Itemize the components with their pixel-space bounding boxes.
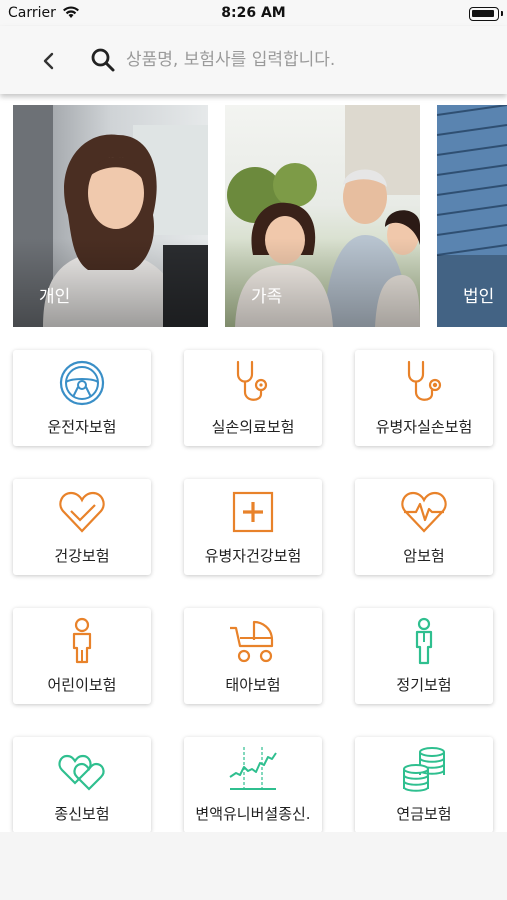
banner-label-corporate: 법인	[463, 287, 495, 307]
stethoscope-icon	[236, 360, 268, 401]
category-label: 태아보험	[225, 676, 281, 694]
category-label: 연금보험	[396, 805, 452, 823]
category-label: 실손의료보험	[211, 418, 295, 436]
coin-stack-icon	[403, 747, 445, 792]
category-preexisting-indemnity[interactable]: 유병자실손보험	[355, 350, 493, 446]
category-label: 운전자보험	[47, 418, 117, 436]
category-label: 변액유니버셜종신.	[195, 805, 311, 823]
steering-wheel-icon	[59, 360, 105, 406]
baby-stroller-icon	[230, 620, 274, 663]
category-driver-insurance[interactable]: 운전자보험	[13, 350, 151, 446]
category-preexisting-health[interactable]: 유병자건강보험	[184, 479, 322, 575]
category-label: 건강보험	[54, 547, 110, 565]
category-whole-life-insurance[interactable]: 종신보험	[13, 737, 151, 833]
category-indemnity-medical[interactable]: 실손의료보험	[184, 350, 322, 446]
category-label: 유병자건강보험	[204, 547, 302, 565]
person-icon	[415, 617, 433, 665]
heart-check-icon	[59, 491, 105, 533]
category-label: 정기보험	[396, 676, 452, 694]
medical-plus-icon	[232, 491, 274, 533]
status-bar: Carrier 8:26 AM	[0, 0, 507, 26]
banner-label-personal: 개인	[39, 287, 71, 307]
search-header	[0, 26, 507, 94]
banner-personal[interactable]: 개인	[13, 105, 208, 327]
back-chevron-icon[interactable]	[36, 48, 62, 74]
stethoscope-icon	[407, 360, 442, 401]
status-time: 8:26 AM	[221, 5, 286, 21]
category-label: 어린이보험	[47, 676, 117, 694]
category-fetal-insurance[interactable]: 태아보험	[184, 608, 322, 704]
category-label: 유병자실손보험	[375, 418, 473, 436]
category-health-insurance[interactable]: 건강보험	[13, 479, 151, 575]
battery-icon	[469, 7, 503, 21]
banner-label-family: 가족	[251, 287, 283, 307]
two-hearts-icon	[58, 754, 105, 791]
bottom-bar	[0, 832, 507, 900]
search-input[interactable]	[126, 43, 486, 77]
banner-family[interactable]: 가족	[225, 105, 420, 327]
heart-pulse-icon	[401, 491, 447, 533]
child-icon	[72, 617, 92, 664]
category-variable-universal-life[interactable]: 변액유니버셜종신.	[184, 737, 322, 833]
search-icon[interactable]	[90, 47, 116, 73]
category-term-insurance[interactable]: 정기보험	[355, 608, 493, 704]
category-label: 암보험	[403, 547, 445, 565]
banner-corporate[interactable]: 법인	[437, 105, 507, 327]
stock-chart-icon	[229, 747, 277, 790]
category-children-insurance[interactable]: 어린이보험	[13, 608, 151, 704]
category-cancer-insurance[interactable]: 암보험	[355, 479, 493, 575]
segment-carousel[interactable]: 개인 가족 법인	[0, 105, 507, 327]
category-label: 종신보험	[54, 805, 110, 823]
category-annuity-insurance[interactable]: 연금보험	[355, 737, 493, 833]
